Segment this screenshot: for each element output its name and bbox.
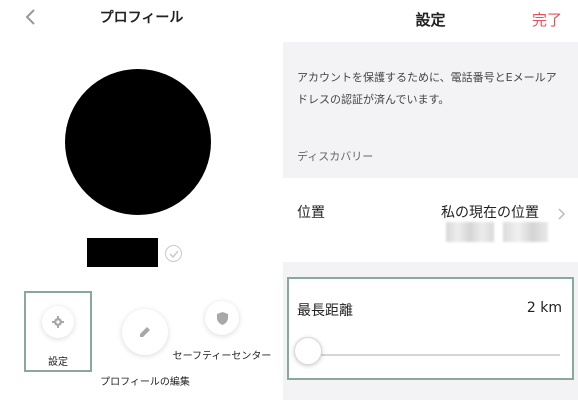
safety-icon-circle	[205, 301, 239, 335]
verification-info-text: アカウントを保護するために、電話番号とEメールアドレスの認証が済んでいます。	[297, 71, 557, 106]
avatar[interactable]	[65, 69, 211, 215]
pencil-icon	[138, 325, 152, 339]
chevron-right-icon	[558, 208, 566, 223]
blurred-location-detail	[446, 222, 494, 242]
profile-name-redacted	[87, 238, 158, 267]
blurred-location-detail	[503, 222, 548, 242]
location-row[interactable]: 位置 私の現在の位置	[283, 178, 578, 262]
location-value: 私の現在の位置	[441, 205, 539, 221]
location-label: 位置	[297, 205, 325, 221]
edit-profile-label: プロフィールの編集	[100, 377, 190, 388]
distance-slider-thumb[interactable]	[294, 337, 322, 365]
profile-panel: プロフィール 設定 プロフィールの編集 セーフティーセンター	[0, 0, 283, 400]
profile-header: プロフィール	[0, 0, 283, 36]
safety-center-button[interactable]: セーフティーセンター	[166, 301, 278, 362]
settings-panel: 設定 完了 アカウントを保護するために、電話番号とEメールアドレスの認証が済んで…	[283, 0, 578, 400]
distance-slider-track[interactable]	[305, 354, 560, 356]
settings-header: 設定 完了	[283, 0, 578, 42]
gear-icon	[52, 316, 64, 328]
verified-badge	[165, 245, 182, 262]
settings-icon-circle	[42, 306, 74, 338]
edit-icon-circle	[122, 309, 168, 355]
settings-label: 設定	[48, 357, 68, 368]
page-title: プロフィール	[99, 10, 184, 26]
max-distance-value: 2 km	[526, 300, 562, 316]
max-distance-row: 最長距離 2 km	[287, 277, 574, 380]
done-button[interactable]: 完了	[532, 9, 562, 30]
settings-button[interactable]: 設定	[24, 291, 92, 372]
check-icon	[168, 250, 179, 258]
max-distance-label: 最長距離	[297, 303, 353, 319]
shield-icon	[216, 311, 228, 325]
safety-center-label: セーフティーセンター	[172, 351, 272, 362]
discovery-section-label: ディスカバリー	[297, 150, 374, 163]
